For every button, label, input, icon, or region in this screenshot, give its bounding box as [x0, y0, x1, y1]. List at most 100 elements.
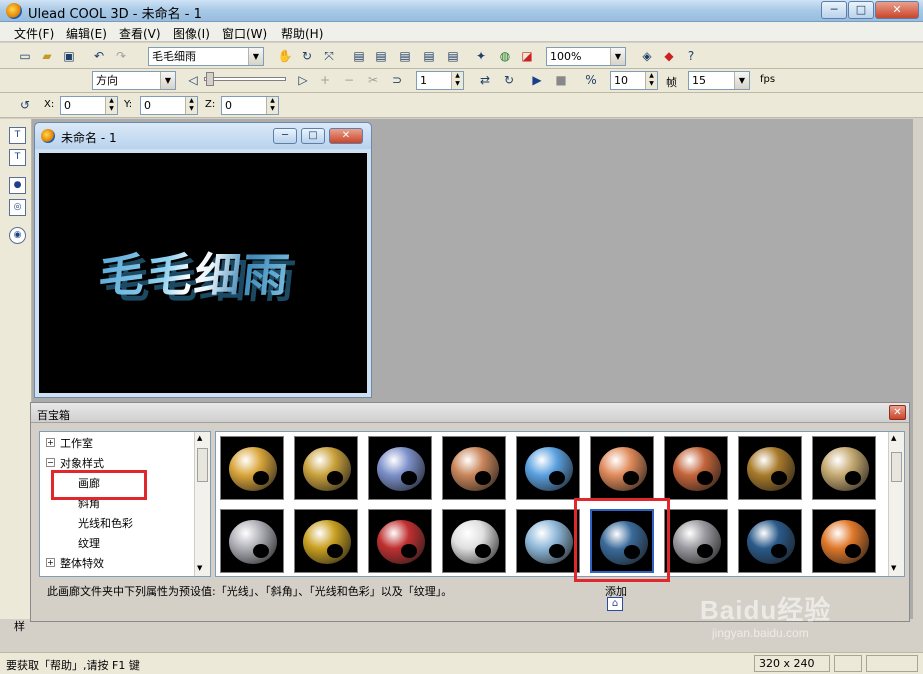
scroll-down-icon[interactable]: ▼	[197, 564, 202, 572]
scroll-thumb[interactable]	[891, 452, 902, 482]
text-object-select[interactable]: 毛毛细雨 ▼	[148, 47, 264, 66]
light-icon[interactable]: ✦	[472, 47, 490, 65]
open-folder-icon[interactable]: ▰	[38, 47, 56, 65]
add-style-button[interactable]: ⌂	[607, 597, 623, 611]
context-help-icon[interactable]: ?	[682, 47, 700, 65]
menu-edit[interactable]: 编辑(E)	[66, 25, 107, 42]
tree-item-object-style[interactable]: 对象样式	[60, 455, 104, 471]
doc-maximize-button[interactable]: □	[301, 128, 325, 144]
tree-item-studio[interactable]: 工作室	[60, 435, 93, 451]
menu-view[interactable]: 查看(V)	[119, 25, 161, 42]
tree-item-global-effects[interactable]: 整体特效	[60, 555, 104, 571]
menu-window[interactable]: 窗口(W)	[222, 25, 267, 42]
rotate-object-icon[interactable]: ↺	[16, 96, 34, 114]
rotate-icon[interactable]: ↻	[298, 47, 316, 65]
scroll-thumb[interactable]	[197, 448, 208, 482]
spin-arrows-icon[interactable]: ▲ ▼	[645, 72, 657, 89]
gallery-thumbnail[interactable]	[590, 509, 654, 573]
scroll-down-icon[interactable]: ▼	[891, 564, 896, 572]
hand-move-icon[interactable]: ✋	[276, 47, 294, 65]
expand-icon[interactable]: +	[46, 558, 55, 567]
3d-text[interactable]: 毛毛细雨	[96, 239, 295, 305]
doc-minimize-button[interactable]: ─	[273, 128, 297, 144]
y-position-input[interactable]: 0 ▲ ▼	[140, 96, 198, 115]
object-icon[interactable]: ◉	[9, 227, 26, 244]
spin-arrows-icon[interactable]: ▲ ▼	[451, 72, 463, 89]
chart-icon[interactable]: ◪	[518, 47, 536, 65]
play-icon[interactable]: ▶	[528, 71, 546, 89]
last-keyframe-icon[interactable]: ▷	[294, 71, 312, 89]
select-object-icon[interactable]: ◎	[9, 199, 26, 216]
render-canvas[interactable]: 毛毛细雨 毛毛细雨	[39, 153, 367, 393]
gallery-thumbnail[interactable]	[664, 436, 728, 500]
align-icon-5[interactable]: ▤	[444, 47, 462, 65]
split-icon[interactable]: ✂	[364, 71, 382, 89]
menu-file[interactable]: 文件(F)	[14, 25, 54, 42]
direction-select[interactable]: 方向 ▼	[92, 71, 176, 90]
tree-scrollbar[interactable]: ▲ ▼	[194, 432, 210, 576]
scroll-up-icon[interactable]: ▲	[891, 434, 896, 442]
palette-icon[interactable]: ◈	[638, 47, 656, 65]
gallery-thumbnail[interactable]	[738, 436, 802, 500]
zoom-select[interactable]: 100% ▼	[546, 47, 626, 66]
cycle-icon[interactable]: ↻	[500, 71, 518, 89]
timeline-slider[interactable]	[204, 77, 286, 81]
save-icon[interactable]: ▣	[60, 47, 78, 65]
edit-text-icon[interactable]: T	[9, 149, 26, 166]
frame-input[interactable]: 1 ▲ ▼	[416, 71, 464, 90]
document-title-bar[interactable]: 未命名 - 1 ─ □ ✕	[35, 123, 371, 149]
text-tool-icon[interactable]: T	[9, 127, 26, 144]
gallery-thumbnail[interactable]	[368, 436, 432, 500]
redo-icon[interactable]: ↷	[112, 47, 130, 65]
total-frames-select[interactable]: 15 ▼	[688, 71, 750, 90]
gallery-thumbnail[interactable]	[516, 436, 580, 500]
shape-tool-icon[interactable]: ●	[9, 177, 26, 194]
tree-item-bevel[interactable]: 斜角	[78, 495, 100, 511]
resize-icon[interactable]: ⤧	[320, 47, 338, 65]
minimize-button[interactable]: ─	[821, 1, 847, 19]
gallery-thumbnail[interactable]	[442, 509, 506, 573]
add-keyframe-icon[interactable]: +	[316, 71, 334, 89]
gallery-thumbnail[interactable]	[220, 509, 284, 573]
gallery-thumbnail[interactable]	[664, 509, 728, 573]
gallery-thumbnail[interactable]	[516, 509, 580, 573]
percent-icon[interactable]: %	[582, 71, 600, 89]
close-button[interactable]: ✕	[875, 1, 919, 19]
loop-icon[interactable]: ⇄	[476, 71, 494, 89]
fps-input[interactable]: 10 ▲ ▼	[610, 71, 658, 90]
globe-icon[interactable]: ◍	[496, 47, 514, 65]
gallery-thumbnail[interactable]	[220, 436, 284, 500]
stop-icon[interactable]: ■	[552, 71, 570, 89]
collapse-icon[interactable]: −	[46, 458, 55, 467]
remove-keyframe-icon[interactable]: −	[340, 71, 358, 89]
expand-icon[interactable]: +	[46, 438, 55, 447]
doc-close-button[interactable]: ✕	[329, 128, 363, 144]
undo-icon[interactable]: ↶	[90, 47, 108, 65]
render-icon[interactable]: ◆	[660, 47, 678, 65]
x-position-input[interactable]: 0 ▲ ▼	[60, 96, 118, 115]
new-file-icon[interactable]: ▭	[16, 47, 34, 65]
gallery-thumbnail[interactable]	[738, 509, 802, 573]
gallery-thumbnail[interactable]	[294, 436, 358, 500]
gallery-thumbnail[interactable]	[442, 436, 506, 500]
timeline-slider-thumb[interactable]	[206, 72, 214, 86]
align-icon-1[interactable]: ▤	[350, 47, 368, 65]
spin-arrows-icon[interactable]: ▲ ▼	[105, 97, 117, 114]
align-icon-3[interactable]: ▤	[396, 47, 414, 65]
tree-item-light-color[interactable]: 光线和色彩	[78, 515, 133, 531]
first-keyframe-icon[interactable]: ◁	[184, 71, 202, 89]
gallery-thumbnail[interactable]	[294, 509, 358, 573]
gallery-thumbnail[interactable]	[812, 509, 876, 573]
gallery-scrollbar[interactable]: ▲ ▼	[888, 432, 904, 576]
align-icon-2[interactable]: ▤	[372, 47, 390, 65]
menu-help[interactable]: 帮助(H)	[281, 25, 323, 42]
gallery-thumbnail[interactable]	[590, 436, 654, 500]
tree-item-gallery[interactable]: 画廊	[78, 475, 100, 491]
menu-image[interactable]: 图像(I)	[173, 25, 210, 42]
maximize-button[interactable]: □	[848, 1, 874, 19]
spin-arrows-icon[interactable]: ▲ ▼	[185, 97, 197, 114]
scroll-up-icon[interactable]: ▲	[197, 434, 202, 442]
align-icon-4[interactable]: ▤	[420, 47, 438, 65]
spin-arrows-icon[interactable]: ▲ ▼	[266, 97, 278, 114]
tree-item-texture[interactable]: 纹理	[78, 535, 100, 551]
